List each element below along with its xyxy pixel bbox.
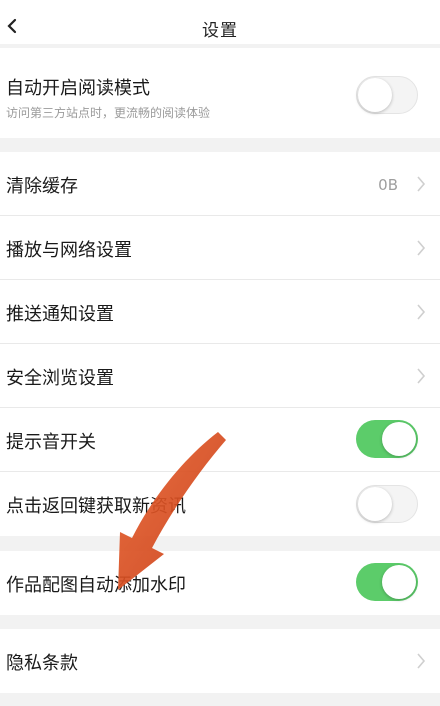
cache-size-value: 0B (378, 176, 398, 194)
reading-mode-toggle[interactable] (356, 76, 418, 114)
toggle-knob (382, 565, 416, 599)
setting-safe-browsing[interactable]: 安全浏览设置 (0, 344, 440, 408)
setting-label: 点击返回键获取新资讯 (6, 496, 186, 517)
setting-label: 清除缓存 (6, 176, 78, 197)
back-refresh-toggle[interactable] (356, 485, 418, 523)
setting-clear-cache[interactable]: 清除缓存 0B (0, 152, 440, 216)
chevron-right-icon (417, 240, 426, 256)
setting-label: 隐私条款 (6, 653, 78, 674)
setting-privacy[interactable]: 隐私条款 (0, 629, 440, 693)
toggle-knob (358, 78, 392, 112)
setting-label: 自动开启阅读模式 (6, 78, 150, 99)
setting-watermark: 作品配图自动添加水印 (0, 551, 440, 615)
top-bar: 设置 (0, 0, 440, 44)
setting-playback-network[interactable]: 播放与网络设置 (0, 216, 440, 280)
setting-back-refresh: 点击返回键获取新资讯 (0, 472, 440, 536)
page-title: 设置 (202, 21, 238, 41)
toggle-knob (382, 422, 416, 456)
toggle-knob (358, 487, 392, 521)
chevron-right-icon (417, 653, 426, 669)
watermark-toggle[interactable] (356, 563, 418, 601)
chevron-right-icon (417, 304, 426, 320)
chevron-right-icon (417, 176, 426, 192)
setting-label: 提示音开关 (6, 432, 96, 453)
setting-sound: 提示音开关 (0, 408, 440, 472)
setting-reading-mode[interactable]: 自动开启阅读模式 访问第三方站点时，更流畅的阅读体验 (0, 48, 440, 138)
setting-label: 安全浏览设置 (6, 368, 114, 389)
setting-label: 作品配图自动添加水印 (6, 575, 186, 596)
chevron-right-icon (417, 368, 426, 384)
setting-label: 推送通知设置 (6, 304, 114, 325)
setting-push-notification[interactable]: 推送通知设置 (0, 280, 440, 344)
setting-label: 播放与网络设置 (6, 240, 132, 261)
setting-sublabel: 访问第三方站点时，更流畅的阅读体验 (6, 106, 211, 120)
sound-toggle[interactable] (356, 420, 418, 458)
